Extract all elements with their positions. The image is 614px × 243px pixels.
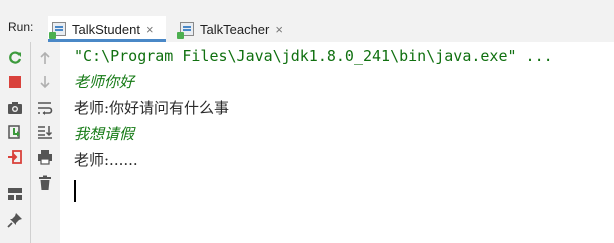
run-label: Run:: [8, 20, 34, 34]
soft-wrap-icon[interactable]: [34, 97, 56, 119]
down-arrow-icon[interactable]: [34, 71, 56, 93]
run-tool-window-header: Run: TalkStudent × TalkTeacher ×: [0, 0, 614, 42]
console-output[interactable]: "C:\Program Files\Java\jdk1.8.0_241\bin\…: [74, 42, 614, 243]
run-config-icon: [177, 22, 194, 39]
console-output-line: 老师:你好请问有什么事: [74, 99, 230, 117]
toolbar-divider: [30, 42, 31, 243]
exit-icon[interactable]: [4, 146, 26, 168]
console-input-line: 我想请假: [74, 125, 135, 143]
tab-label: TalkStudent: [72, 21, 140, 37]
console-command-line: "C:\Program Files\Java\jdk1.8.0_241\bin\…: [74, 47, 553, 65]
restore-layout-icon[interactable]: [4, 121, 26, 143]
console-input-line: 老师你好: [74, 73, 135, 91]
rerun-icon[interactable]: [4, 47, 26, 69]
pin-icon[interactable]: [4, 209, 26, 231]
stop-icon[interactable]: [4, 71, 26, 93]
text-caret: [74, 180, 76, 202]
close-icon[interactable]: ×: [275, 22, 283, 37]
print-icon[interactable]: [34, 146, 56, 168]
camera-icon[interactable]: [4, 97, 26, 119]
up-arrow-icon[interactable]: [34, 47, 56, 69]
run-config-icon: [49, 22, 66, 39]
close-icon[interactable]: ×: [146, 22, 154, 37]
trash-icon[interactable]: [34, 172, 56, 194]
tab-label: TalkTeacher: [200, 21, 270, 37]
scroll-to-end-icon[interactable]: [34, 121, 56, 143]
console-output-line: 老师:......: [74, 151, 138, 169]
tab-talkteacher[interactable]: TalkTeacher ×: [176, 16, 306, 42]
tab-talkstudent[interactable]: TalkStudent ×: [48, 16, 166, 42]
layout-icon[interactable]: [4, 183, 26, 205]
run-toolbar: [0, 42, 60, 243]
